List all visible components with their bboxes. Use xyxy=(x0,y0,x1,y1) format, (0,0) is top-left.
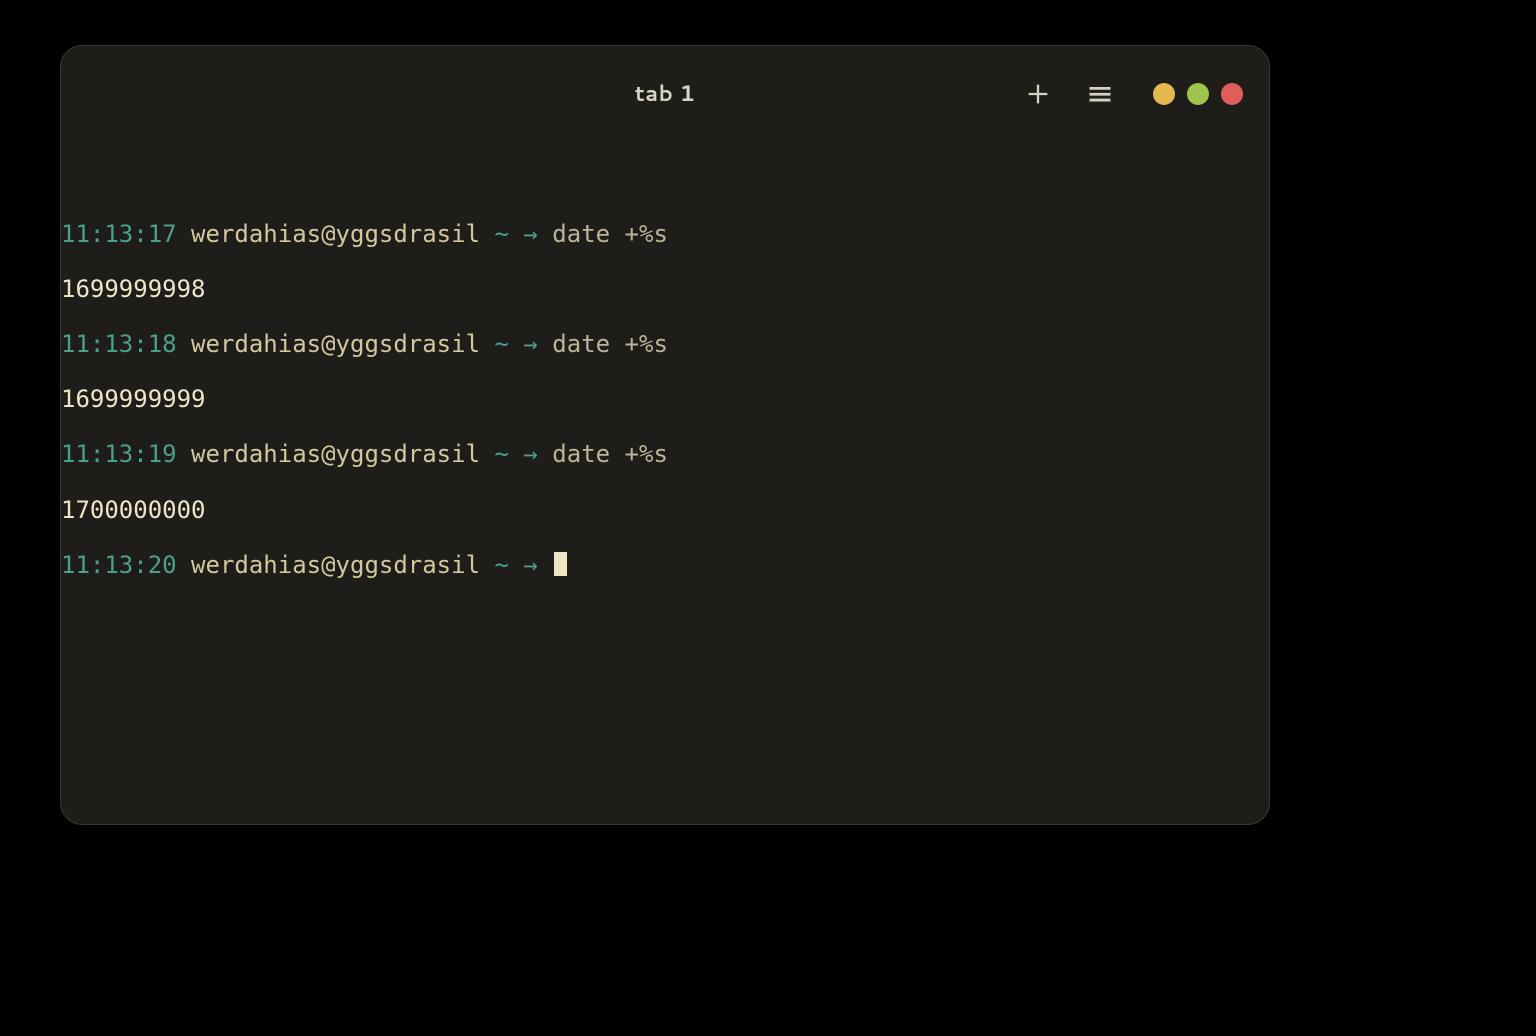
window-controls xyxy=(1021,46,1243,141)
prompt-userhost: werdahias@yggsdrasil xyxy=(191,220,480,248)
prompt-clock: 11:13:17 xyxy=(61,220,177,248)
prompt-line: 11:13:18 werdahias@yggsdrasil ~ → date +… xyxy=(61,331,1269,359)
prompt-userhost: werdahias@yggsdrasil xyxy=(191,440,480,468)
close-button[interactable] xyxy=(1221,83,1243,105)
new-tab-button[interactable] xyxy=(1021,77,1055,111)
traffic-lights xyxy=(1153,83,1243,105)
terminal-content[interactable]: 11:13:17 werdahias@yggsdrasil ~ → date +… xyxy=(61,141,1269,635)
header-bar: tab 1 xyxy=(61,46,1269,141)
prompt-arrow: → xyxy=(523,330,537,358)
prompt-arrow: → xyxy=(523,220,537,248)
terminal-window: tab 1 11:13:17 werdahias@yggsdrasil ~ → … xyxy=(60,45,1270,825)
prompt-clock: 11:13:20 xyxy=(61,551,177,579)
prompt-clock: 11:13:19 xyxy=(61,440,177,468)
prompt-dir: ~ xyxy=(494,330,508,358)
output-line: 1700000000 xyxy=(61,497,1269,525)
prompt-userhost: werdahias@yggsdrasil xyxy=(191,330,480,358)
prompt-userhost: werdahias@yggsdrasil xyxy=(191,551,480,579)
prompt-clock: 11:13:18 xyxy=(61,330,177,358)
tab-title[interactable]: tab 1 xyxy=(635,78,696,109)
prompt-arrow: → xyxy=(523,551,537,579)
output-line: 1699999998 xyxy=(61,276,1269,304)
command-text: date +%s xyxy=(552,440,668,468)
menu-button[interactable] xyxy=(1083,77,1117,111)
prompt-line-active[interactable]: 11:13:20 werdahias@yggsdrasil ~ → xyxy=(61,552,1269,580)
hamburger-icon xyxy=(1086,80,1114,108)
minimize-button[interactable] xyxy=(1153,83,1175,105)
command-text: date +%s xyxy=(552,220,668,248)
prompt-arrow: → xyxy=(523,440,537,468)
output-line: 1699999999 xyxy=(61,386,1269,414)
plus-icon xyxy=(1024,80,1052,108)
prompt-dir: ~ xyxy=(494,440,508,468)
prompt-dir: ~ xyxy=(494,551,508,579)
prompt-line: 11:13:17 werdahias@yggsdrasil ~ → date +… xyxy=(61,221,1269,249)
command-text: date +%s xyxy=(552,330,668,358)
maximize-button[interactable] xyxy=(1187,83,1209,105)
prompt-dir: ~ xyxy=(494,220,508,248)
prompt-line: 11:13:19 werdahias@yggsdrasil ~ → date +… xyxy=(61,441,1269,469)
cursor-block xyxy=(554,552,567,576)
